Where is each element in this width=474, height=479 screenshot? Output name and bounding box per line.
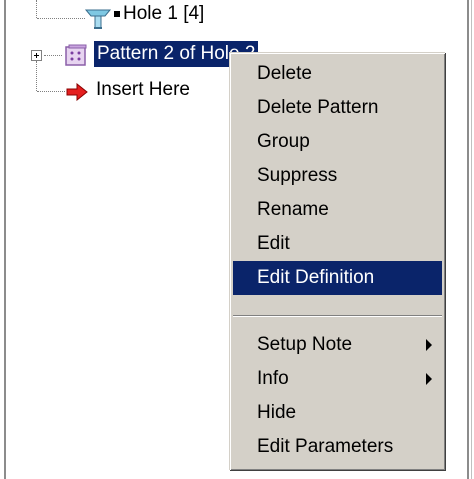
menu-item-label: Info: [257, 368, 289, 389]
menu-item-info[interactable]: Info: [233, 362, 442, 396]
menu-item-rename[interactable]: Rename: [233, 193, 442, 227]
right-border: [467, 0, 469, 479]
menu-item-delete-pattern[interactable]: Delete Pattern: [233, 91, 442, 125]
tree-connector: [37, 91, 65, 92]
menu-item-setup-note[interactable]: Setup Note: [233, 328, 442, 362]
tree-item-label: Insert Here: [96, 79, 190, 100]
expand-collapse-toggle[interactable]: [31, 50, 42, 61]
menu-item-label: Setup Note: [257, 334, 353, 355]
right-border-highlight: [471, 0, 472, 479]
menu-item-edit[interactable]: Edit: [233, 227, 442, 261]
submenu-arrow-icon: [426, 339, 432, 351]
left-border: [4, 0, 6, 479]
menu-item-delete[interactable]: Delete: [233, 57, 442, 91]
tree-connector: [44, 55, 62, 56]
menu-item-edit-parameters[interactable]: Edit Parameters: [233, 430, 442, 464]
tree-connector: [36, 61, 37, 91]
hole-feature-icon: [84, 9, 112, 29]
menu-item-edit-definition[interactable]: Edit Definition: [233, 261, 442, 295]
menu-item-group[interactable]: Group: [233, 125, 442, 159]
context-menu: Delete Delete Pattern Group Suppress Ren…: [229, 52, 445, 470]
pattern-feature-icon: [65, 44, 87, 66]
menu-separator: [233, 315, 442, 317]
submenu-arrow-icon: [426, 373, 432, 385]
tree-connector: [36, 0, 37, 18]
tree-connector: [37, 18, 85, 19]
menu-item-hide[interactable]: Hide: [233, 396, 442, 430]
menu-item-suppress[interactable]: Suppress: [233, 159, 442, 193]
insert-here-arrow-icon: [66, 83, 88, 101]
bullet-marker: [114, 11, 120, 17]
tree-item-label: Hole 1 [4]: [123, 3, 205, 24]
